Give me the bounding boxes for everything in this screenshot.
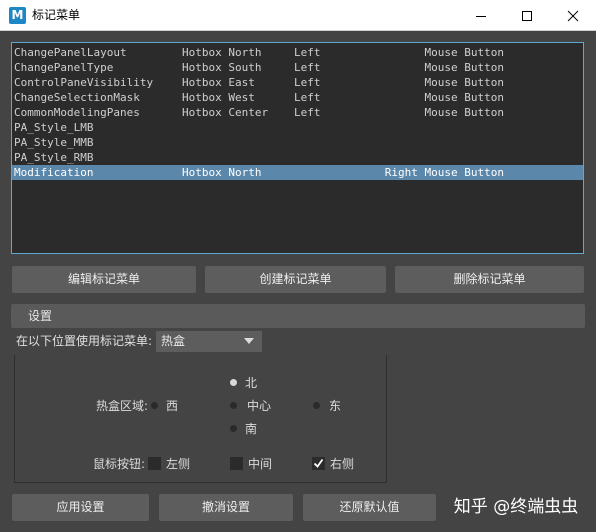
list-item[interactable]: CommonModelingPanes Hotbox Center Left Mous… xyxy=(12,105,583,120)
close-icon xyxy=(567,10,579,22)
region-center-label: 中心 xyxy=(247,399,272,413)
list-item[interactable]: PA_Style_MMB xyxy=(12,135,583,150)
watermark: 知乎 @终端虫虫 xyxy=(453,497,579,517)
use-location-label: 在以下位置使用标记菜单: xyxy=(16,334,153,348)
dropdown-arrow-icon xyxy=(244,338,254,344)
menu-button-cell: Mouse Button xyxy=(424,91,504,104)
title-bar: M 标记菜单 xyxy=(0,0,596,31)
menu-side-cell: Left xyxy=(294,46,321,59)
menu-button-cell: Mouse Button xyxy=(424,61,504,74)
delete-marking-menu-button[interactable]: 删除标记菜单 xyxy=(395,266,584,293)
region-center-radio[interactable] xyxy=(230,402,237,409)
list-item[interactable]: PA_Style_LMB xyxy=(12,120,583,135)
menu-name-cell: ControlPaneVisibility xyxy=(14,76,154,89)
region-north-radio[interactable] xyxy=(230,379,237,386)
create-marking-menu-button[interactable]: 创建标记菜单 xyxy=(205,266,386,293)
mouse-left-checkbox[interactable] xyxy=(148,457,161,470)
menu-name-cell: PA_Style_RMB xyxy=(14,151,94,164)
region-west-label: 西 xyxy=(166,399,179,413)
menu-name-cell: ChangePanelType xyxy=(14,61,114,74)
use-location-dropdown[interactable]: 热盒 xyxy=(156,331,262,352)
menu-name-cell: PA_Style_MMB xyxy=(14,136,94,149)
minimize-button[interactable] xyxy=(458,0,504,31)
menu-name-cell: Modification xyxy=(14,166,94,179)
menu-name-cell: ChangePanelLayout xyxy=(14,46,127,59)
close-button[interactable] xyxy=(550,0,596,31)
menu-name-cell: ChangeSelectionMask xyxy=(14,91,140,104)
menu-side-cell: Left xyxy=(294,91,321,104)
list-item[interactable]: Modification Hotbox North Right Mouse Butt… xyxy=(12,165,583,180)
restore-defaults-button[interactable]: 还原默认值 xyxy=(303,494,436,521)
region-south-label: 南 xyxy=(245,422,258,436)
region-east-label: 东 xyxy=(329,399,342,413)
marking-menu-list[interactable]: ChangePanelLayout Hotbox North Left Mouse B… xyxy=(11,42,584,254)
checkmark-icon xyxy=(313,458,324,468)
menu-location-cell: Hotbox South xyxy=(182,61,262,74)
settings-section-header[interactable]: 设置 xyxy=(11,304,585,328)
list-item[interactable]: ChangePanelType Hotbox South Left Mouse But… xyxy=(12,60,583,75)
mouse-right-label: 右侧 xyxy=(330,457,355,471)
menu-name-cell: PA_Style_LMB xyxy=(14,121,94,134)
region-south-radio[interactable] xyxy=(230,425,237,432)
menu-name-cell: CommonModelingPanes xyxy=(14,106,140,119)
maximize-icon xyxy=(522,11,532,21)
list-item[interactable]: PA_Style_RMB xyxy=(12,150,583,165)
menu-button-cell: Right Mouse Button xyxy=(384,166,504,179)
mouse-button-label: 鼠标按钮: xyxy=(93,457,146,471)
menu-location-cell: Hotbox North xyxy=(182,166,262,179)
region-north-label: 北 xyxy=(245,376,258,390)
edit-marking-menu-button[interactable]: 编辑标记菜单 xyxy=(12,266,196,293)
list-item[interactable]: ChangeSelectionMask Hotbox West Left Mouse … xyxy=(12,90,583,105)
region-west-radio[interactable] xyxy=(151,402,158,409)
mouse-middle-checkbox[interactable] xyxy=(230,457,243,470)
menu-location-cell: Hotbox Center xyxy=(182,106,269,119)
window-title: 标记菜单 xyxy=(32,8,81,22)
menu-location-cell: Hotbox West xyxy=(182,91,255,104)
apply-settings-button[interactable]: 应用设置 xyxy=(12,494,149,521)
undo-settings-button[interactable]: 撤消设置 xyxy=(159,494,293,521)
list-item[interactable]: ChangePanelLayout Hotbox North Left Mouse B… xyxy=(12,45,583,60)
use-location-value: 热盒 xyxy=(161,334,186,348)
maya-app-icon: M xyxy=(9,7,26,24)
menu-side-cell: Left xyxy=(294,61,321,74)
minimize-icon xyxy=(476,16,486,17)
menu-location-cell: Hotbox East xyxy=(182,76,255,89)
list-item[interactable]: ControlPaneVisibility Hotbox East Left Mous… xyxy=(12,75,583,90)
menu-button-cell: Mouse Button xyxy=(424,76,504,89)
mouse-right-checkbox[interactable] xyxy=(312,457,325,470)
menu-location-cell: Hotbox North xyxy=(182,46,262,59)
menu-button-cell: Mouse Button xyxy=(424,106,504,119)
mouse-middle-label: 中间 xyxy=(248,457,273,471)
menu-side-cell: Left xyxy=(294,106,321,119)
menu-button-cell: Mouse Button xyxy=(424,46,504,59)
region-east-radio[interactable] xyxy=(313,402,320,409)
mouse-left-label: 左侧 xyxy=(166,457,191,471)
menu-side-cell: Left xyxy=(294,76,321,89)
settings-header-label: 设置 xyxy=(28,309,53,323)
hotbox-region-label: 热盒区域: xyxy=(96,399,149,413)
maximize-button[interactable] xyxy=(504,0,550,31)
